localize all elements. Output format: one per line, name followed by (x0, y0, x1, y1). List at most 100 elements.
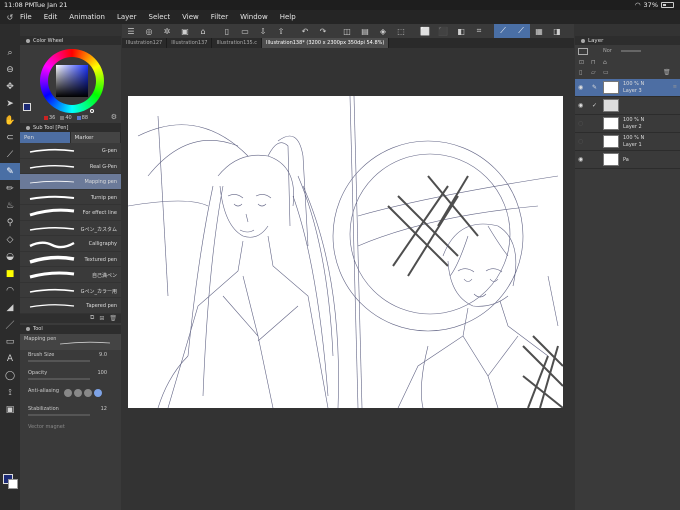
brush-size-row[interactable]: Brush Size 9.0 (20, 350, 121, 368)
stabilization-value[interactable]: 12 (101, 406, 107, 412)
clear-icon[interactable]: ◫ (338, 24, 356, 38)
assets-icon[interactable]: ▣ (176, 24, 194, 38)
pen-icon[interactable]: ✎ (0, 163, 20, 180)
snap-ruler-icon[interactable]: ⟋ (494, 24, 512, 38)
figure-icon[interactable]: ◢ (0, 299, 20, 316)
aa-strong-option[interactable] (94, 388, 102, 397)
eye-icon[interactable]: ◉ (578, 84, 586, 91)
aa-none-option[interactable] (64, 388, 72, 397)
brush-icon[interactable]: ♨ (0, 197, 20, 214)
layer-opacity-slider[interactable] (621, 50, 641, 52)
copy-sub-tool-icon[interactable]: ⧉ (90, 314, 94, 322)
delete-layer-icon[interactable]: 🗑 (663, 69, 671, 76)
hand-icon[interactable]: ✋ (0, 112, 20, 129)
menu-layer[interactable]: Layer (117, 13, 137, 21)
zoom-icon[interactable]: ⌕ (0, 44, 20, 61)
stabilization-row[interactable]: Stabilization 12 (20, 404, 121, 422)
brush-item[interactable]: Gペン_カラー用 (20, 283, 121, 298)
delete-sub-tool-icon[interactable]: 🗑 (109, 315, 117, 322)
clip-icon[interactable]: ⊓ (591, 59, 596, 66)
layer-row[interactable]: ◉ Pa (575, 151, 680, 169)
operation-icon[interactable]: ➤ (0, 95, 20, 112)
menu-file[interactable]: File (20, 13, 32, 21)
brush-item[interactable]: Textured pen (20, 252, 121, 267)
tab-document[interactable]: Illustration135.c (212, 38, 263, 48)
menu-view[interactable]: View (182, 13, 199, 21)
frame-icon[interactable]: ▭ (0, 333, 20, 350)
layer-panel-header[interactable]: Layer (575, 36, 680, 45)
layer-row[interactable]: ○ 100 % N Layer 1 (575, 133, 680, 151)
eye-icon[interactable]: ◉ (578, 156, 586, 163)
opacity-slider[interactable] (28, 377, 90, 380)
brightness-value[interactable]: 88 (77, 115, 88, 121)
aa-weak-option[interactable] (74, 388, 82, 397)
open-file-icon[interactable]: ▭ (236, 24, 254, 38)
tone-icon[interactable]: ◈ (374, 24, 392, 38)
reference-icon[interactable]: ◨ (548, 24, 566, 38)
aa-medium-option[interactable] (84, 388, 92, 397)
select-all-icon[interactable]: ⬜ (416, 24, 434, 38)
zoom-out-icon[interactable]: ⊖ (0, 61, 20, 78)
gear-icon[interactable]: ⚙ (111, 113, 117, 121)
brush-item-selected[interactable]: Mapping pen (20, 174, 121, 190)
drag-handle-icon[interactable]: ≡ (673, 84, 677, 90)
eye-off-icon[interactable]: ○ (578, 138, 586, 145)
balloon-icon[interactable]: ◯ (0, 367, 20, 384)
brush-item[interactable]: G-pen (20, 143, 121, 159)
menu-help[interactable]: Help (280, 13, 296, 21)
clip-studio-icon[interactable]: ◎ (140, 24, 158, 38)
text-icon[interactable]: A (0, 350, 20, 367)
new-raster-layer-icon[interactable]: ▯ (579, 69, 582, 76)
opacity-row[interactable]: Opacity 100 (20, 368, 121, 386)
brush-item[interactable]: Turnip pen (20, 190, 121, 205)
current-color-swatch[interactable] (23, 103, 31, 111)
eyedropper-icon[interactable]: ⟋ (0, 146, 20, 163)
tab-document[interactable]: Illustration137 (167, 38, 213, 48)
vector-magnet-row[interactable]: Vector magnet (20, 422, 121, 440)
tab-document-active[interactable]: Illustration138* (3200 x 2300px 350dpi 5… (262, 38, 390, 48)
menu-window[interactable]: Window (240, 13, 268, 21)
airbrush-icon[interactable]: ⚲ (0, 214, 20, 231)
pencil-icon[interactable]: ✏ (0, 180, 20, 197)
deselect-icon[interactable]: ⬛ (434, 24, 452, 38)
snap-special-ruler-icon[interactable]: ⟋ (512, 24, 530, 38)
create-sub-tool-icon[interactable]: ⊞ (99, 315, 104, 322)
hamburger-icon[interactable]: ☰ (122, 24, 140, 38)
hue-value[interactable]: 36 (44, 115, 55, 121)
blend-mode-select[interactable]: Nor (603, 48, 612, 54)
layer-color-icon[interactable] (578, 48, 588, 55)
stabilization-slider[interactable] (28, 413, 90, 416)
menu-filter[interactable]: Filter (211, 13, 228, 21)
undo-icon[interactable]: ↶ (296, 24, 314, 38)
ruler-icon[interactable]: ／ (0, 316, 20, 333)
save-icon[interactable]: ⇩ (254, 24, 272, 38)
eraser-icon[interactable]: ◇ (0, 231, 20, 248)
eye-icon[interactable]: ◉ (578, 102, 586, 109)
drawing-canvas[interactable] (128, 96, 563, 408)
blend-icon[interactable]: ◠ (0, 282, 20, 299)
crop-icon[interactable]: ⌗ (470, 24, 488, 38)
new-folder-icon[interactable]: ▭ (603, 69, 609, 76)
hue-marker[interactable] (90, 109, 94, 113)
sub-color-swatch[interactable] (8, 479, 18, 489)
saturation-value[interactable]: 40 (60, 115, 71, 121)
layer-row[interactable]: ◉ ✓ (575, 97, 680, 115)
new-file-icon[interactable]: ▯ (218, 24, 236, 38)
brush-item[interactable]: Gペン_カスタム (20, 221, 121, 236)
brush-item[interactable]: For effect line (20, 205, 121, 221)
correct-line-icon[interactable]: ⟟ (0, 384, 20, 401)
tab-document[interactable]: Illustration127 (122, 38, 168, 48)
snap-grid-icon[interactable]: ▦ (530, 24, 548, 38)
tool-property-header[interactable]: Tool (20, 324, 121, 334)
fill-bucket-icon[interactable]: ◒ (0, 248, 20, 265)
lock-icon[interactable]: ⊡ (579, 59, 584, 66)
eye-off-icon[interactable]: ○ (578, 120, 586, 127)
check-icon[interactable]: ✓ (592, 102, 600, 109)
saturation-value-square[interactable] (56, 65, 88, 97)
new-vector-layer-icon[interactable]: ▱ (591, 69, 596, 76)
opacity-value[interactable]: 100 (97, 370, 107, 376)
brush-size-value[interactable]: 9.0 (99, 352, 107, 358)
hue-ring[interactable] (40, 49, 104, 113)
brush-size-slider[interactable] (28, 359, 90, 362)
reference-layer-icon[interactable]: ⌂ (603, 59, 607, 66)
